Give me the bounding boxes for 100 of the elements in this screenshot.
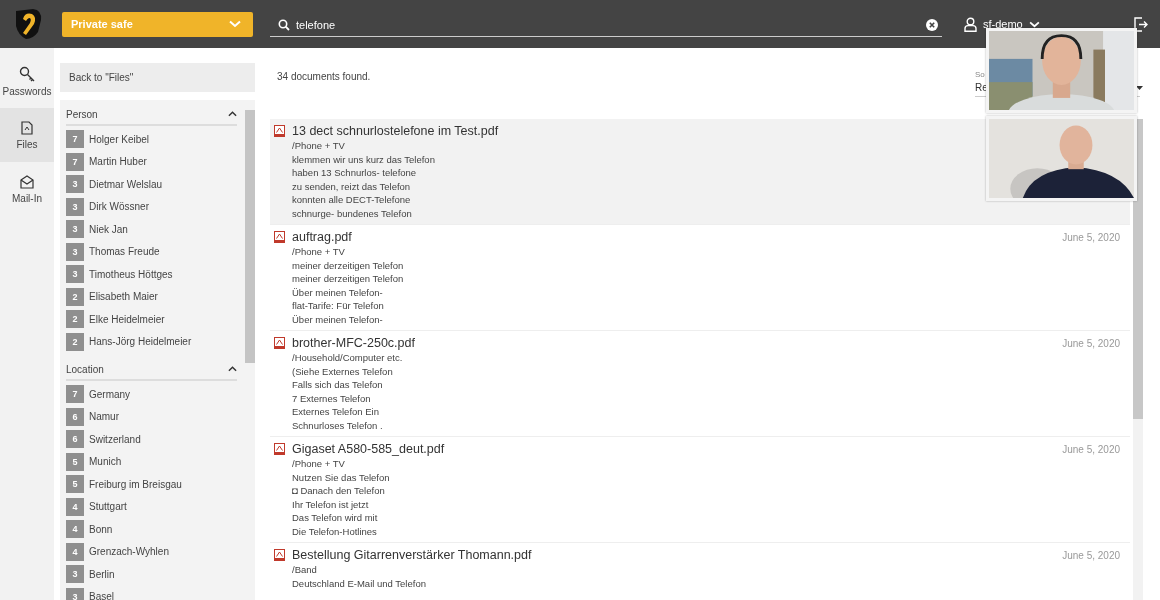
nav-item[interactable]: Passwords [0, 54, 54, 108]
text-snippet: Die Telefon-Hotlines [292, 524, 378, 538]
result-count: 34 documents found. [277, 71, 371, 82]
chevron-down-icon [229, 20, 241, 28]
count-badge: 3 [66, 197, 84, 216]
filter-item[interactable]: 3 Berlin [66, 563, 237, 586]
text-snippet: ◘ Danach den Telefon [292, 484, 386, 498]
count-badge: 7 [66, 385, 84, 404]
filter-item[interactable]: 3 Dietmar Welslau [66, 173, 237, 196]
pdf-icon [274, 125, 285, 137]
document-icon [21, 120, 33, 135]
count-badge: 5 [66, 475, 84, 494]
document-title[interactable]: 13 dect schnurlostelefone im Test.pdf [292, 124, 499, 138]
filter-item[interactable]: 4 Bonn [66, 518, 237, 541]
text-snippet: Über meinen Telefon- [292, 285, 384, 299]
text-snippet: Über meinen Telefon- [292, 312, 384, 326]
user-icon [964, 16, 977, 32]
back-button[interactable]: Back to "Files" [60, 63, 255, 92]
filter-item[interactable]: 6 Switzerland [66, 428, 237, 451]
text-snippet: haben 13 Schnurlos- telefone [292, 166, 418, 180]
filter-item[interactable]: 3 Basel [66, 585, 237, 600]
filter-item[interactable]: 5 Freiburg im Breisgau [66, 473, 237, 496]
filter-item[interactable]: 6 Namur [66, 405, 237, 428]
chevron-up-icon[interactable] [228, 111, 237, 117]
nav-item[interactable]: Files [0, 108, 54, 162]
result-card[interactable]: Gigaset A580-585_deut.pdf June 5, 2020 /Phone + TV Nutzen Sie das Telefon ◘ Danach den Telefon Ihr Telefon ist jetzt Das Telefon wird mit Die Telefon-Hotlines [270, 437, 1130, 543]
count-badge: 3 [66, 565, 84, 584]
scrollbar[interactable] [1133, 119, 1143, 600]
search-icon [278, 18, 290, 31]
filter-item[interactable]: 3 Dirk Wössner [66, 195, 237, 218]
count-badge: 7 [66, 152, 84, 171]
folder-path: /Band [292, 563, 318, 577]
filter-item[interactable]: 4 Stuttgart [66, 495, 237, 518]
text-snippet: Das Telefon wird mit [292, 511, 379, 525]
count-badge: 5 [66, 452, 84, 471]
text-snippet: Schnurloses Telefon . [292, 418, 384, 432]
filter-item[interactable]: 7 Holger Keibel [66, 128, 237, 151]
text-snippet: Deutschland E-Mail und Telefon [292, 576, 427, 590]
mail-icon [20, 174, 34, 189]
clear-icon[interactable] [926, 18, 938, 31]
count-badge: 3 [66, 587, 84, 600]
filter-item[interactable]: 3 Thomas Freude [66, 240, 237, 263]
document-title[interactable]: Gigaset A580-585_deut.pdf [292, 442, 445, 456]
section-heading: Person [66, 108, 98, 120]
logout-icon[interactable] [1134, 16, 1148, 32]
document-title[interactable]: auftrag.pdf [292, 230, 352, 244]
text-snippet: (Siehe Externes Telefon [292, 364, 394, 378]
nav-item[interactable]: Mail-In [0, 162, 54, 216]
count-badge: 4 [66, 497, 84, 516]
folder-path: /Phone + TV [292, 457, 346, 471]
filter-item[interactable]: 2 Hans-Jörg Heidelmeier [66, 330, 237, 353]
pdf-icon [274, 549, 285, 561]
folder-path: /Household/Computer etc. [292, 351, 404, 365]
count-badge: 2 [66, 332, 84, 351]
text-snippet: flat-Tarife: Für Telefon [292, 299, 385, 313]
pdf-icon [274, 231, 285, 243]
document-date: June 5, 2020 [1062, 443, 1120, 455]
text-snippet: Externes Telefon Ein [292, 405, 380, 419]
document-date: June 5, 2020 [1062, 231, 1120, 243]
document-title[interactable]: brother-MFC-250c.pdf [292, 336, 415, 350]
text-snippet: meiner derzeitigen Telefon [292, 258, 405, 272]
search-field[interactable]: telefone [296, 18, 920, 31]
filter-item[interactable]: 3 Niek Jan [66, 218, 237, 241]
filter-item[interactable]: 7 Germany [66, 383, 237, 406]
text-snippet: meiner derzeitigen Telefon [292, 272, 405, 286]
text-snippet: 7 Externes Telefon [292, 391, 372, 405]
result-card[interactable]: auftrag.pdf June 5, 2020 /Phone + TV meiner derzeitigen Telefon meiner derzeitigen Telefon Über meinen Telefon- flat-Tarife: Für Telefon Über meinen Telefon- [270, 225, 1130, 331]
pdf-icon [274, 337, 285, 349]
document-date: June 5, 2020 [1062, 549, 1120, 561]
count-badge: 4 [66, 520, 84, 539]
filter-item[interactable]: 2 Elke Heidelmeier [66, 308, 237, 331]
user-menu[interactable]: sf-demo [964, 16, 1040, 32]
count-badge: 7 [66, 130, 84, 149]
count-badge: 3 [66, 242, 84, 261]
count-badge: 2 [66, 287, 84, 306]
filter-item[interactable]: 4 Grenzach-Wyhlen [66, 540, 237, 563]
folder-path: /Phone + TV [292, 245, 346, 259]
document-title[interactable]: Bestellung Gitarrenverstärker Thomann.pdf [292, 548, 532, 562]
document-date: June 5, 2020 [1062, 337, 1120, 349]
count-badge: 2 [66, 310, 84, 329]
result-card[interactable]: Bestellung Gitarrenverstärker Thomann.pdf June 5, 2020 /Band Deutschland E-Mail und Telefon [270, 543, 1130, 600]
filter-item[interactable]: 7 Martin Huber [66, 150, 237, 173]
text-snippet: klemmen wir uns kurz das Telefon [292, 152, 436, 166]
count-badge: 6 [66, 430, 84, 449]
filter-item[interactable]: 2 Elisabeth Maier [66, 285, 237, 308]
text-snippet: zu senden, reizt das Telefon [292, 179, 412, 193]
count-badge: 3 [66, 265, 84, 284]
chevron-up-icon[interactable] [228, 366, 237, 372]
count-badge: 3 [66, 220, 84, 239]
shield-logo-icon [13, 8, 43, 40]
pdf-icon [274, 443, 285, 455]
filter-item[interactable]: 5 Munich [66, 450, 237, 473]
filter-item[interactable]: 3 Timotheus Höttges [66, 263, 237, 286]
count-badge: 6 [66, 407, 84, 426]
result-card[interactable]: brother-MFC-250c.pdf June 5, 2020 /Household/Computer etc. (Siehe Externes Telefon Falls sich das Telefon 7 Externes Telefon Externes Telefon Ein Schnurloses Telefon . [270, 331, 1130, 437]
folder-path: /Phone + TV [292, 139, 346, 153]
text-snippet: Falls sich das Telefon [292, 378, 384, 392]
text-snippet: schnurge- bundenes Telefon [292, 206, 413, 220]
section-heading: Location [66, 363, 104, 375]
text-snippet: Nutzen Sie das Telefon [292, 470, 391, 484]
